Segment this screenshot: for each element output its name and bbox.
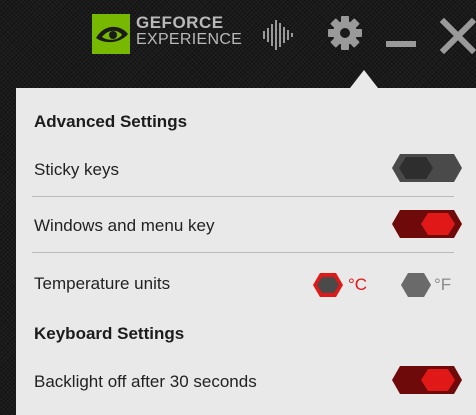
gear-icon[interactable] (327, 15, 363, 51)
geforce-experience-logo: GEFORCE EXPERIENCE (92, 12, 242, 58)
windows-menu-key-toggle[interactable] (392, 210, 462, 238)
backlight-label: Backlight off after 30 seconds (34, 372, 257, 391)
settings-panel: Advanced Settings Sticky keys Windows an… (16, 70, 476, 415)
panel-pointer (350, 70, 378, 88)
logo-line-experience: EXPERIENCE (136, 31, 243, 48)
advanced-settings-heading: Advanced Settings (34, 112, 188, 131)
close-icon[interactable] (440, 18, 476, 54)
windows-menu-key-label: Windows and menu key (34, 216, 215, 235)
sticky-keys-label: Sticky keys (34, 160, 120, 179)
logo-line-geforce: GEFORCE (136, 13, 224, 32)
temperature-units-label: Temperature units (34, 274, 171, 293)
celsius-selected-icon (313, 273, 343, 297)
title-bar: GEFORCE EXPERIENCE (0, 0, 476, 80)
divider (32, 252, 454, 253)
fahrenheit-unselected-icon (401, 273, 431, 297)
keyboard-settings-heading: Keyboard Settings (34, 324, 185, 343)
minimize-icon[interactable] (384, 22, 418, 52)
sticky-keys-toggle[interactable] (392, 154, 462, 182)
celsius-label: °C (348, 275, 368, 294)
visualizer-icon[interactable] (262, 18, 294, 52)
divider (32, 196, 454, 197)
backlight-toggle[interactable] (392, 366, 462, 394)
logo-wordmark: GEFORCE EXPERIENCE (136, 14, 242, 48)
nvidia-eye-icon (92, 14, 130, 54)
fahrenheit-label: °F (434, 275, 452, 294)
